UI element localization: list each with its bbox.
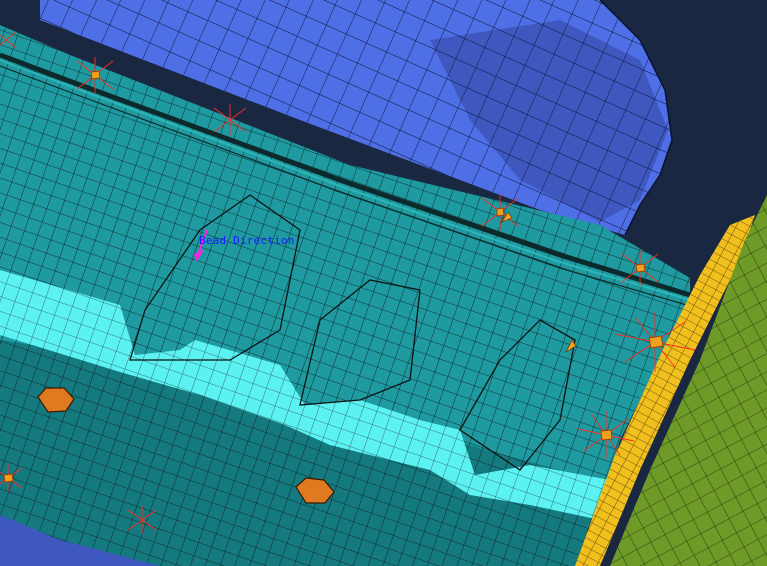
bead-direction-label: Bead Direction	[199, 234, 295, 247]
fea-viewport[interactable]: Bead Direction	[0, 0, 767, 566]
mesh-scene[interactable]	[0, 0, 767, 566]
